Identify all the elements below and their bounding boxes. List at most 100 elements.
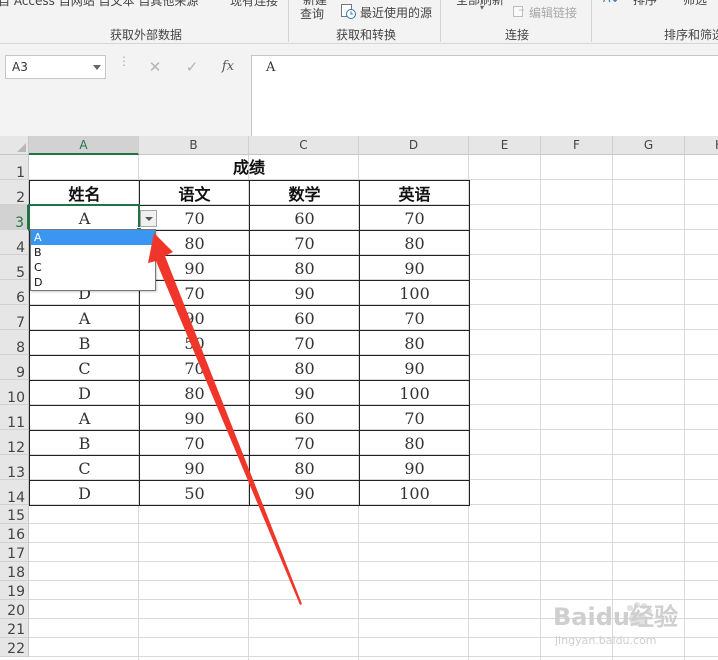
new-query-button[interactable]: 查询 bbox=[300, 5, 324, 22]
score-cell[interactable]: 90 bbox=[359, 355, 470, 381]
score-cell[interactable]: 90 bbox=[139, 405, 250, 431]
name-cell[interactable]: C bbox=[29, 455, 140, 481]
row-header-1[interactable]: 1 bbox=[0, 155, 29, 181]
formula-bar-grip-icon[interactable]: ⋮ bbox=[118, 55, 130, 67]
header-cell-chinese[interactable]: 语文 bbox=[139, 180, 250, 206]
score-cell[interactable]: 70 bbox=[359, 305, 470, 331]
row-header-4[interactable]: 4 bbox=[0, 230, 29, 256]
score-cell[interactable]: 60 bbox=[249, 405, 360, 431]
score-cell[interactable]: 50 bbox=[139, 480, 250, 506]
row-header-8[interactable]: 8 bbox=[0, 330, 29, 356]
score-cell[interactable]: 90 bbox=[249, 480, 360, 506]
column-header-h[interactable]: H bbox=[685, 136, 718, 155]
confirm-entry-icon[interactable]: ✓ bbox=[178, 55, 206, 79]
row-header-10[interactable]: 10 bbox=[0, 380, 29, 406]
score-cell[interactable]: 80 bbox=[249, 355, 360, 381]
header-cell-english[interactable]: 英语 bbox=[359, 180, 470, 206]
row-header-9[interactable]: 9 bbox=[0, 355, 29, 381]
score-cell[interactable]: 80 bbox=[359, 430, 470, 456]
name-cell[interactable]: B bbox=[29, 430, 140, 456]
header-cell-math[interactable]: 数学 bbox=[249, 180, 360, 206]
sort-button[interactable]: 排序 bbox=[633, 0, 657, 8]
score-cell[interactable]: 90 bbox=[139, 455, 250, 481]
column-header-e[interactable]: E bbox=[469, 136, 541, 155]
select-all-corner[interactable] bbox=[0, 136, 29, 155]
name-cell[interactable]: C bbox=[29, 355, 140, 381]
cancel-entry-icon[interactable]: ✕ bbox=[141, 55, 169, 79]
score-cell[interactable]: 70 bbox=[249, 330, 360, 356]
score-cell[interactable]: 80 bbox=[359, 230, 470, 256]
row-header-13[interactable]: 13 bbox=[0, 455, 29, 481]
score-cell[interactable]: 80 bbox=[139, 380, 250, 406]
row-header-11[interactable]: 11 bbox=[0, 405, 29, 431]
name-cell[interactable]: D bbox=[29, 380, 140, 406]
column-header-f[interactable]: F bbox=[541, 136, 613, 155]
formula-input[interactable]: A bbox=[251, 55, 718, 137]
from-sources-row[interactable]: 自 Access 自网站 自文本 自其他来源 bbox=[0, 0, 198, 9]
score-cell[interactable]: 90 bbox=[139, 255, 250, 281]
score-cell[interactable]: 70 bbox=[249, 430, 360, 456]
score-cell[interactable]: 50 bbox=[139, 330, 250, 356]
score-cell[interactable]: 90 bbox=[249, 380, 360, 406]
edit-links-button[interactable]: 编辑链接 bbox=[529, 4, 577, 21]
score-cell[interactable]: 100 bbox=[359, 480, 470, 506]
row-header-6[interactable]: 6 bbox=[0, 280, 29, 306]
row-header-3[interactable]: 3 bbox=[0, 205, 29, 231]
recent-sources-button[interactable]: 最近使用的源 bbox=[360, 4, 432, 21]
column-header-a[interactable]: A bbox=[29, 136, 139, 155]
row-header-21[interactable]: 21 bbox=[0, 619, 29, 638]
score-cell[interactable]: 80 bbox=[249, 455, 360, 481]
score-cell[interactable]: 90 bbox=[359, 255, 470, 281]
name-cell[interactable]: A bbox=[29, 405, 140, 431]
score-cell[interactable]: 90 bbox=[139, 305, 250, 331]
name-box[interactable]: A3 bbox=[5, 55, 106, 79]
name-cell[interactable]: A bbox=[29, 305, 140, 331]
header-cell-name[interactable]: 姓名 bbox=[29, 180, 140, 206]
dropdown-option[interactable]: C bbox=[31, 260, 155, 275]
column-header-b[interactable]: B bbox=[139, 136, 249, 155]
score-cell[interactable]: 100 bbox=[359, 280, 470, 306]
column-header-d[interactable]: D bbox=[359, 136, 469, 155]
row-header-18[interactable]: 18 bbox=[0, 562, 29, 581]
sort-az-icon[interactable]: A↓ bbox=[603, 0, 620, 5]
row-header-17[interactable]: 17 bbox=[0, 543, 29, 562]
row-header-16[interactable]: 16 bbox=[0, 524, 29, 543]
insert-function-icon[interactable]: fx bbox=[214, 55, 242, 79]
score-cell[interactable]: 60 bbox=[249, 205, 360, 231]
row-header-12[interactable]: 12 bbox=[0, 430, 29, 456]
row-header-5[interactable]: 5 bbox=[0, 255, 29, 281]
column-header-c[interactable]: C bbox=[249, 136, 359, 155]
score-cell[interactable]: 70 bbox=[359, 405, 470, 431]
score-cell[interactable]: 80 bbox=[139, 230, 250, 256]
column-header-g[interactable]: G bbox=[613, 136, 685, 155]
validation-dropdown-list[interactable]: A B C D bbox=[30, 229, 156, 291]
score-cell[interactable]: 70 bbox=[359, 205, 470, 231]
score-cell[interactable]: 90 bbox=[249, 280, 360, 306]
score-cell[interactable]: 70 bbox=[249, 230, 360, 256]
score-cell[interactable]: 100 bbox=[359, 380, 470, 406]
row-header-20[interactable]: 20 bbox=[0, 600, 29, 619]
existing-connections-button[interactable]: 现有连接 bbox=[230, 0, 278, 9]
score-cell[interactable]: 70 bbox=[139, 430, 250, 456]
score-cell[interactable]: 90 bbox=[359, 455, 470, 481]
row-header-15[interactable]: 15 bbox=[0, 505, 29, 524]
row-header-2[interactable]: 2 bbox=[0, 180, 29, 206]
score-cell[interactable]: 80 bbox=[249, 255, 360, 281]
name-cell[interactable]: D bbox=[29, 480, 140, 506]
name-box-dropdown-icon[interactable] bbox=[93, 65, 101, 70]
row-header-7[interactable]: 7 bbox=[0, 305, 29, 331]
score-cell[interactable]: 60 bbox=[249, 305, 360, 331]
score-cell[interactable]: 80 bbox=[359, 330, 470, 356]
name-cell[interactable]: B bbox=[29, 330, 140, 356]
score-cell[interactable]: 70 bbox=[139, 280, 250, 306]
refresh-dropdown-icon[interactable]: ▾ bbox=[480, 3, 484, 12]
validation-dropdown-button[interactable] bbox=[140, 210, 157, 227]
filter-button[interactable]: 筛选 bbox=[683, 0, 707, 8]
dropdown-option[interactable]: D bbox=[31, 275, 155, 290]
dropdown-option[interactable]: B bbox=[31, 245, 155, 260]
score-cell[interactable]: 70 bbox=[139, 355, 250, 381]
row-header-22[interactable]: 22 bbox=[0, 638, 29, 657]
sheet-title-merged-cell[interactable]: 成绩 bbox=[29, 156, 469, 180]
dropdown-option[interactable]: A bbox=[31, 230, 155, 245]
row-header-19[interactable]: 19 bbox=[0, 581, 29, 600]
